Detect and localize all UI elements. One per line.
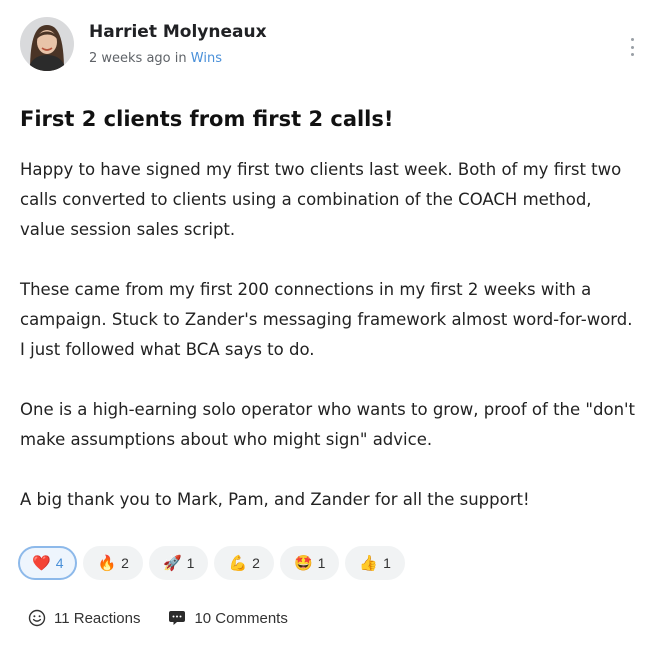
- reaction-count: 1: [317, 555, 326, 571]
- reactions-summary-button[interactable]: 11 Reactions: [28, 609, 140, 627]
- post-meta: 2 weeks ago in Wins: [89, 51, 222, 66]
- reaction-count: 1: [186, 555, 195, 571]
- meta-in-word: in: [174, 51, 187, 66]
- star-struck-icon: 🤩: [293, 553, 313, 572]
- reaction-thumbs-up-button[interactable]: 👍 1: [345, 546, 405, 580]
- reactions-count-label: 11 Reactions: [54, 609, 141, 627]
- thumbs-up-icon: 👍: [359, 553, 379, 572]
- fire-icon: 🔥: [97, 553, 117, 572]
- post-title: First 2 clients from first 2 calls!: [20, 107, 394, 131]
- reaction-heart-button[interactable]: ❤️ 4: [18, 546, 78, 580]
- heart-icon: ❤️: [32, 553, 51, 572]
- reaction-count: 4: [55, 555, 64, 571]
- post-paragraph: One is a high-earning solo operator who …: [20, 400, 636, 449]
- avatar-image: [20, 17, 74, 71]
- reaction-biceps-button[interactable]: 💪 2: [214, 546, 274, 580]
- more-dot-icon: [630, 38, 634, 41]
- post-paragraph: Happy to have signed my first two client…: [20, 160, 622, 239]
- rocket-icon: 🚀: [162, 553, 182, 572]
- post-footer: 11 Reactions 10 Comments: [28, 609, 288, 627]
- author-name[interactable]: Harriet Molyneaux: [89, 22, 267, 42]
- more-options-button[interactable]: [624, 36, 640, 58]
- reaction-fire-button[interactable]: 🔥 2: [83, 546, 143, 580]
- reactions-bar: ❤️ 4 🔥 2 🚀 1 💪 2 🤩 1 👍 1: [18, 546, 405, 580]
- more-dot-icon: [630, 45, 634, 49]
- more-dot-icon: [630, 53, 634, 56]
- comments-count-label: 10 Comments: [194, 609, 288, 627]
- post-paragraph: A big thank you to Mark, Pam, and Zander…: [20, 490, 530, 509]
- reaction-count: 1: [383, 555, 391, 571]
- reaction-rocket-button[interactable]: 🚀 1: [148, 546, 209, 580]
- post-body: Happy to have signed my first two client…: [20, 155, 640, 545]
- category-link[interactable]: Wins: [191, 51, 222, 66]
- flexed-biceps-icon: 💪: [228, 553, 248, 572]
- reaction-count: 2: [252, 555, 260, 571]
- reaction-count: 2: [121, 555, 129, 571]
- comment-icon: [169, 611, 186, 625]
- post-time: 2 weeks ago: [89, 51, 171, 66]
- smiley-icon: [28, 609, 46, 627]
- post-card: Harriet Molyneaux 2 weeks ago in Wins Fi…: [0, 0, 662, 666]
- post-paragraph: These came from my first 200 connections…: [20, 280, 633, 359]
- avatar[interactable]: [20, 17, 74, 71]
- comments-button[interactable]: 10 Comments: [168, 609, 288, 627]
- reaction-star-struck-button[interactable]: 🤩 1: [279, 546, 340, 580]
